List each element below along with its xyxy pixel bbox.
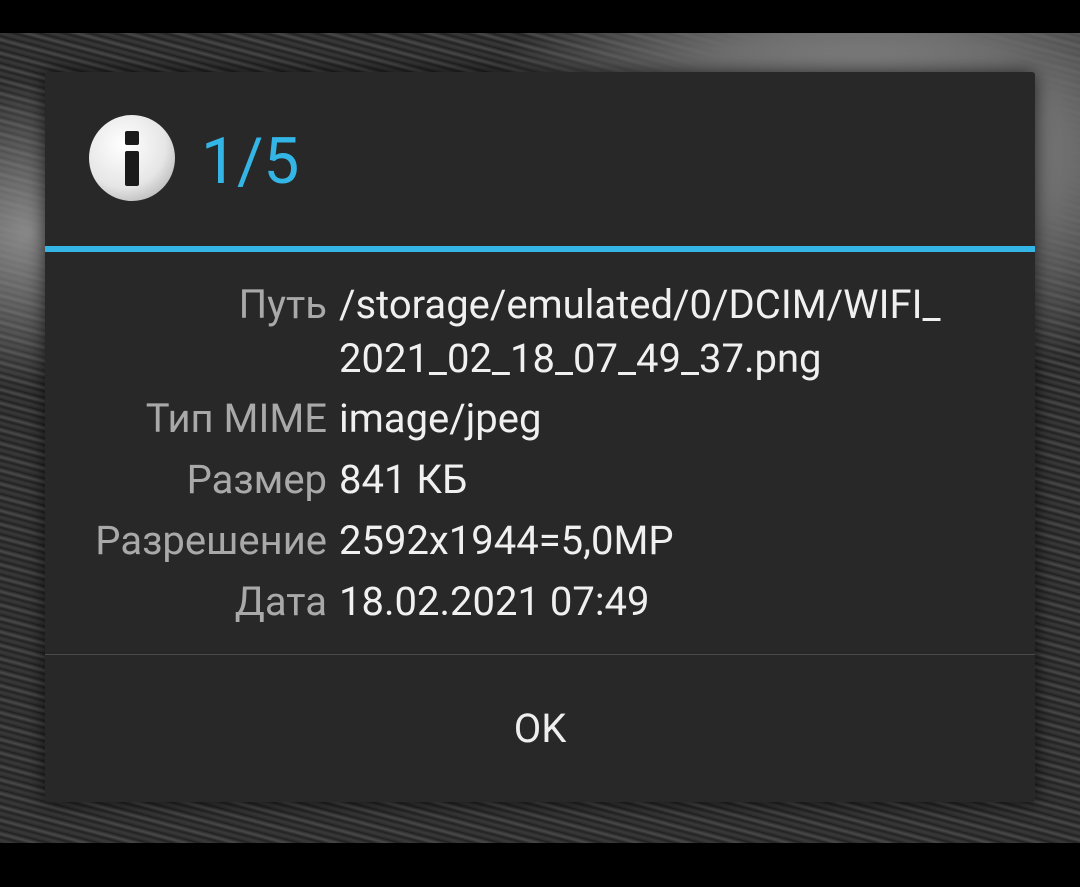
resolution-value: 2592x1944=5,0MP (339, 517, 674, 564)
dialog-title: 1/5 (201, 124, 300, 199)
mime-label: Тип MIME (145, 395, 327, 442)
resolution-label: Разрешение (95, 517, 327, 564)
ok-button[interactable]: OK (45, 655, 1035, 802)
image-details-dialog: 1/5 Путь /storage/emulated/0/DCIM/WIFI_ … (45, 72, 1035, 802)
date-label: Дата (234, 578, 327, 625)
screen: 1/5 Путь /storage/emulated/0/DCIM/WIFI_ … (0, 0, 1080, 887)
title-divider (45, 246, 1035, 252)
dialog-title-bar: 1/5 (45, 72, 1035, 248)
path-value: /storage/emulated/0/DCIM/WIFI_ 2021_02_1… (339, 278, 1029, 386)
size-value: 841 КБ (339, 456, 468, 503)
path-value-line1: /storage/emulated/0/DCIM/WIFI_ (339, 281, 941, 328)
mime-value: image/jpeg (339, 395, 542, 442)
info-icon (89, 115, 175, 201)
date-value: 18.02.2021 07:49 (339, 578, 650, 625)
path-label: Путь (238, 281, 327, 328)
path-value-line2: 2021_02_18_07_49_37.png (339, 335, 822, 382)
size-label: Размер (186, 456, 327, 503)
